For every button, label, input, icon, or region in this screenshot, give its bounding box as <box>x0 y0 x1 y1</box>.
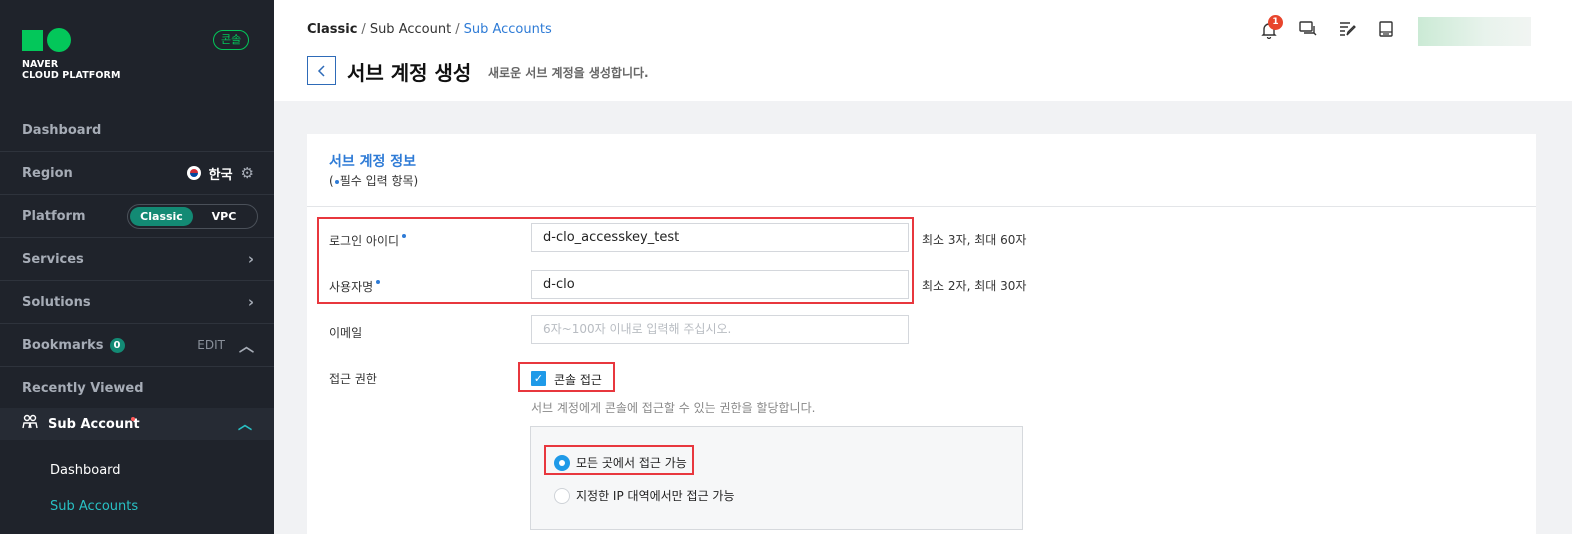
breadcrumb-sub-account[interactable]: Sub Account <box>370 22 451 37</box>
sidebar-item-services[interactable]: Services › <box>0 238 274 281</box>
book-icon[interactable] <box>1375 21 1397 43</box>
sidebar-item-label: Platform <box>22 208 86 224</box>
platform-option-classic[interactable]: Classic <box>130 207 193 226</box>
breadcrumb-sub-accounts[interactable]: Sub Accounts <box>464 22 552 37</box>
new-indicator-dot <box>131 417 135 421</box>
chevron-right-icon: › <box>247 250 254 268</box>
page-header: Classic / Sub Account / Sub Accounts 서브 계정 생… <box>274 0 1572 101</box>
radio-ip-range-label[interactable]: 지정한 IP 대역에서만 접근 가능 <box>576 487 735 504</box>
user-account-menu[interactable] <box>1418 17 1531 46</box>
sidebar-item-label: Recently Viewed <box>22 381 144 396</box>
chevron-up-icon: ︿ <box>238 417 252 433</box>
logo-circle-icon <box>47 28 71 52</box>
bookmarks-count-badge: 0 <box>109 337 125 353</box>
required-note: (필수 입력 항목) <box>329 174 419 188</box>
console-access-description: 서브 계정에게 콘솔에 접근할 수 있는 권한을 할당합니다. <box>531 401 816 415</box>
chevron-right-icon: › <box>247 293 254 311</box>
sub-account-form-panel: 서브 계정 정보 (필수 입력 항목) 로그인 아이디 d-clo_access… <box>307 134 1536 534</box>
highlight-box-id-name <box>317 217 914 304</box>
access-scope-box: 모든 곳에서 접근 가능 지정한 IP 대역에서만 접근 가능 <box>530 426 1023 530</box>
platform-toggle[interactable]: Classic VPC <box>127 204 258 229</box>
email-label: 이메일 <box>329 326 363 340</box>
console-badge[interactable]: 콘솔 <box>213 30 250 50</box>
bell-icon[interactable]: 1 <box>1258 15 1283 43</box>
logo-text: NAVER CLOUD PLATFORM <box>22 59 121 81</box>
sidebar: NAVER CLOUD PLATFORM 콘솔 Dashboard Region… <box>0 0 274 534</box>
users-icon <box>22 414 38 434</box>
highlight-box-console-access <box>518 362 615 392</box>
required-dot-icon <box>334 179 339 184</box>
email-input[interactable]: 6자~100자 이내로 입력해 주십시오. <box>531 315 909 344</box>
chat-icon[interactable] <box>1297 21 1319 43</box>
sidebar-item-region[interactable]: Region 한국 ⚙ <box>0 152 274 195</box>
username-hint: 최소 2자, 최대 30자 <box>922 279 1027 293</box>
subnav-sub-accounts[interactable]: Sub Accounts <box>50 499 138 514</box>
edit-note-icon[interactable] <box>1336 21 1358 43</box>
sidebar-item-recently-viewed[interactable]: Recently Viewed <box>0 367 274 410</box>
breadcrumb: Classic / Sub Account / Sub Accounts <box>307 22 552 37</box>
sidebar-item-label: Bookmarks <box>22 337 104 353</box>
sidebar-item-label: Sub Account <box>48 416 140 432</box>
region-value: 한국 <box>208 167 233 183</box>
platform-option-vpc[interactable]: VPC <box>194 207 254 226</box>
sidebar-item-bookmarks[interactable]: Bookmarks 0 EDIT ︿ <box>0 324 274 367</box>
page-subtitle: 새로운 서브 계정을 생성합니다. <box>488 66 649 80</box>
sidebar-item-label: Dashboard <box>22 122 102 138</box>
chevron-up-icon[interactable]: ︿ <box>239 335 254 356</box>
breadcrumb-classic[interactable]: Classic <box>307 22 357 37</box>
back-button[interactable] <box>307 56 336 85</box>
sidebar-item-label: Services <box>22 251 84 267</box>
sidebar-item-platform: Platform Classic VPC <box>0 195 274 238</box>
highlight-box-radio-all <box>544 445 694 475</box>
page-title: 서브 계정 생성 <box>347 61 472 85</box>
login-id-hint: 최소 3자, 최대 60자 <box>922 233 1027 247</box>
sidebar-item-solutions[interactable]: Solutions › <box>0 281 274 324</box>
notification-count-badge: 1 <box>1268 15 1283 30</box>
bookmarks-edit-button[interactable]: EDIT <box>197 338 225 352</box>
section-title: 서브 계정 정보 <box>329 154 417 170</box>
logo-square-icon <box>22 30 43 51</box>
gear-icon[interactable]: ⚙ <box>241 164 254 182</box>
header-actions: 1 <box>1261 15 1572 47</box>
sidebar-item-label: Region <box>22 165 73 181</box>
sidebar-item-sub-account[interactable]: Sub Account ︿ <box>0 408 274 440</box>
sidebar-item-dashboard[interactable]: Dashboard <box>0 109 274 152</box>
subnav-dashboard[interactable]: Dashboard <box>50 463 121 478</box>
korea-flag-icon <box>186 166 201 180</box>
access-permission-label: 접근 권한 <box>329 372 377 386</box>
sidebar-item-label: Solutions <box>22 294 91 310</box>
section-divider <box>307 206 1536 207</box>
radio-ip-range[interactable] <box>554 488 570 504</box>
